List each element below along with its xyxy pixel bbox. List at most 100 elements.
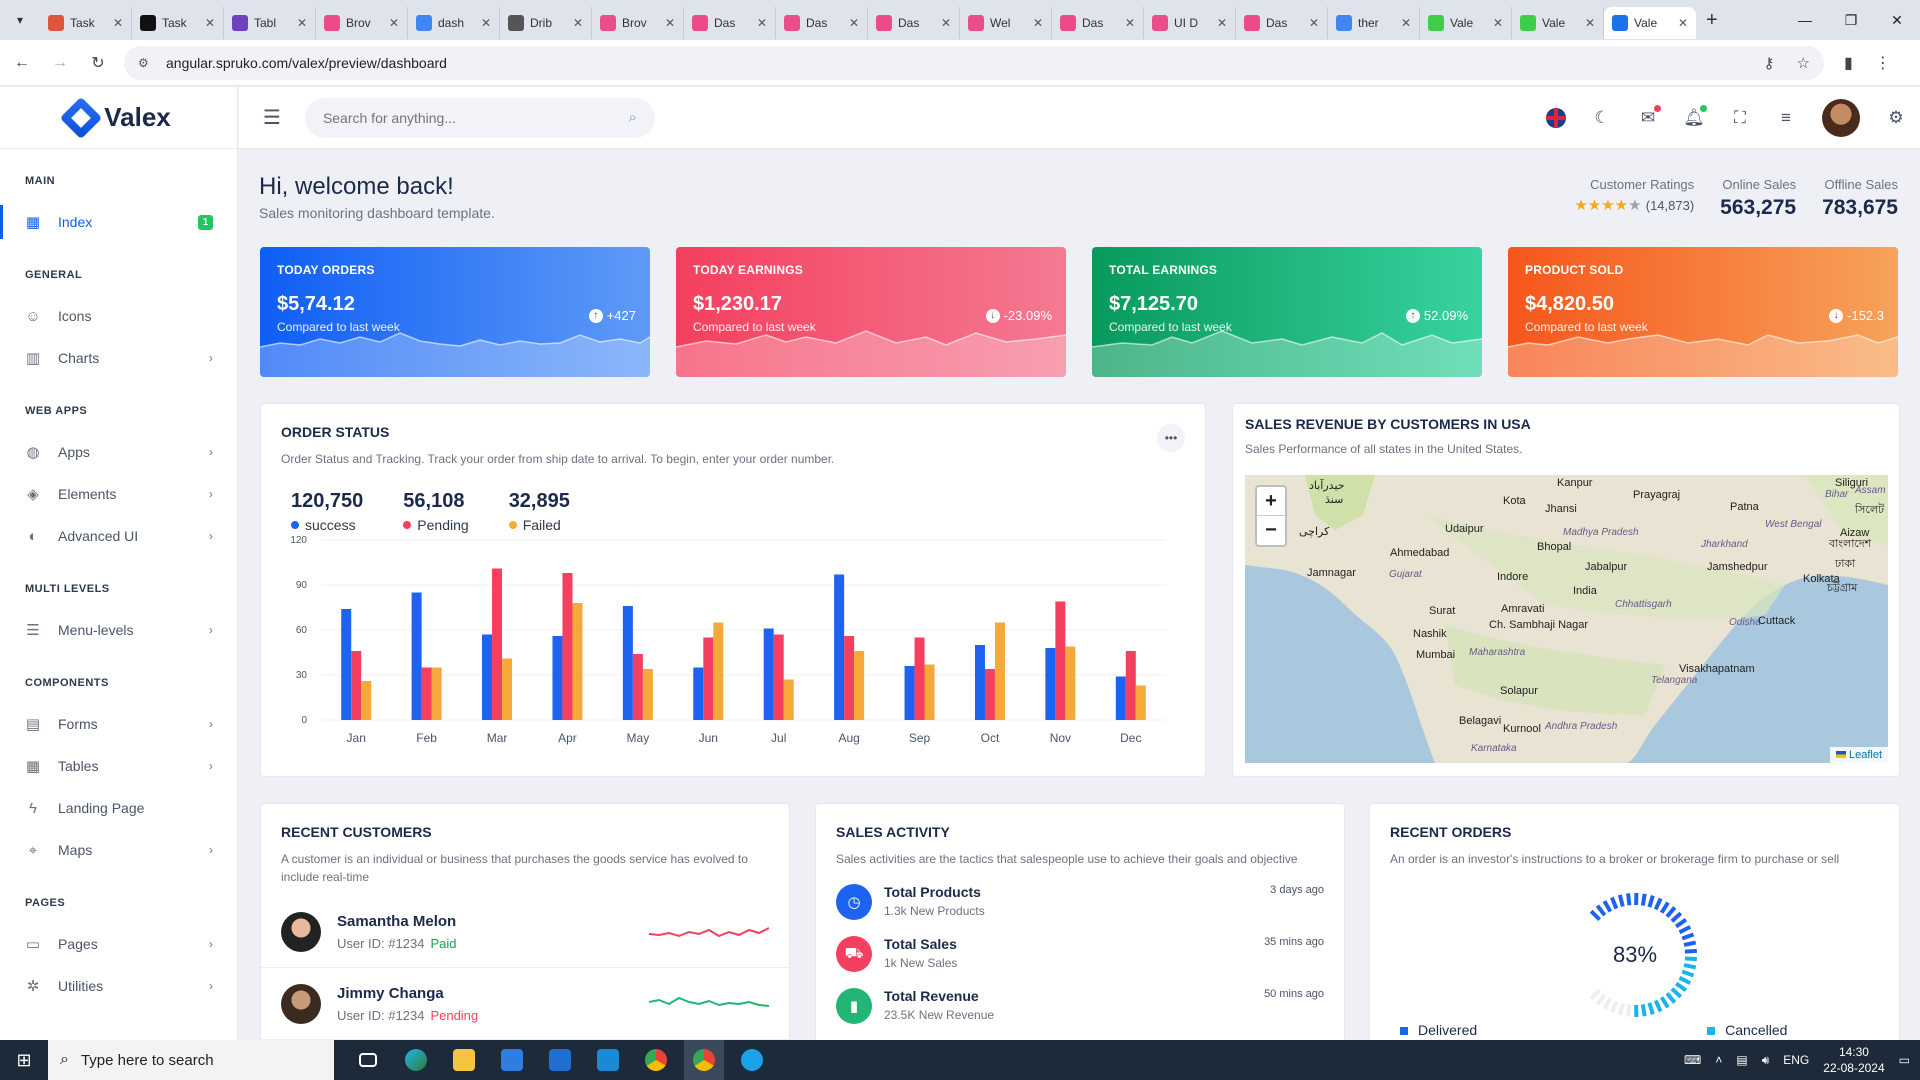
tab-close-icon[interactable]: ✕ xyxy=(1401,16,1411,30)
skype-icon[interactable] xyxy=(732,1040,772,1080)
reload-icon[interactable]: ↻ xyxy=(82,47,114,79)
minimize-icon[interactable]: — xyxy=(1782,0,1828,40)
menu-toggle-icon[interactable]: ☰ xyxy=(263,105,281,130)
kpi-card[interactable]: PRODUCT SOLD $4,820.50 Compared to last we… xyxy=(1508,247,1898,377)
tab-close-icon[interactable]: ✕ xyxy=(1125,16,1135,30)
dark-mode-icon[interactable]: ☾ xyxy=(1592,108,1612,128)
sidebar-item-menu-levels[interactable]: ☰ Menu-levels › xyxy=(0,609,237,651)
sidebar-item-forms[interactable]: ▤ Forms › xyxy=(0,703,237,745)
mail-icon[interactable]: ✉ xyxy=(1638,104,1661,128)
kpi-card[interactable]: TODAY EARNINGS $1,230.17 Compared to last … xyxy=(676,247,1066,377)
zoom-in-button[interactable]: + xyxy=(1257,487,1285,516)
new-tab-button[interactable]: + xyxy=(1706,9,1718,32)
tab-close-icon[interactable]: ✕ xyxy=(1309,16,1319,30)
keyboard-icon[interactable]: ⌨ xyxy=(1684,1053,1701,1067)
site-info-icon[interactable]: ⚙ xyxy=(138,56,154,70)
activity-row[interactable]: ◷ Total Products 1.3k New Products 3 days a… xyxy=(836,884,1324,920)
tab-close-icon[interactable]: ✕ xyxy=(665,16,675,30)
sidebar-item-advanced-ui[interactable]: ◐ Advanced UI › xyxy=(0,515,237,557)
tab-close-icon[interactable]: ✕ xyxy=(481,16,491,30)
bookmark-star-icon[interactable]: ☆ xyxy=(1797,54,1810,72)
edge-icon[interactable] xyxy=(396,1040,436,1080)
sidebar-item-elements[interactable]: ◈ Elements › xyxy=(0,473,237,515)
more-options-icon[interactable]: ••• xyxy=(1157,424,1185,452)
sidebar-item-apps[interactable]: ◍ Apps › xyxy=(0,431,237,473)
browser-tab[interactable]: Das ✕ xyxy=(1052,7,1144,39)
logo[interactable]: Valex xyxy=(0,87,237,149)
tab-close-icon[interactable]: ✕ xyxy=(389,16,399,30)
kpi-card[interactable]: TODAY ORDERS $5,74.12 Compared to last wee… xyxy=(260,247,650,377)
browser-tab[interactable]: Vale ✕ xyxy=(1512,7,1604,39)
tab-search-button[interactable]: ▾ xyxy=(8,8,32,32)
browser-tab[interactable]: Brov ✕ xyxy=(316,7,408,39)
sidebar-item-utilities[interactable]: ✲ Utilities › xyxy=(0,965,237,1007)
close-window-icon[interactable]: ✕ xyxy=(1874,0,1920,40)
browser-tab[interactable]: Brov ✕ xyxy=(592,7,684,39)
taskbar-search[interactable]: ⌕ Type here to search xyxy=(48,1040,334,1080)
browser-tab[interactable]: Drib ✕ xyxy=(500,7,592,39)
tab-close-icon[interactable]: ✕ xyxy=(573,16,583,30)
notification-bell-icon[interactable]: 🔔︎ xyxy=(1683,104,1707,128)
browser-tab[interactable]: UI D ✕ xyxy=(1144,7,1236,39)
browser-tab[interactable]: dash ✕ xyxy=(408,7,500,39)
restore-icon[interactable]: ❐ xyxy=(1828,0,1874,40)
sidebar-right-toggle-icon[interactable]: ≡ xyxy=(1776,108,1796,128)
store-icon[interactable] xyxy=(492,1040,532,1080)
browser-tab[interactable]: Vale ✕ xyxy=(1604,7,1696,39)
key-icon[interactable]: ⚷ xyxy=(1764,54,1775,72)
volume-icon[interactable]: 🔊︎ xyxy=(1762,1053,1770,1068)
sidebar-item-index[interactable]: ▦ Index 1 xyxy=(0,201,237,243)
browser-tab[interactable]: Vale ✕ xyxy=(1420,7,1512,39)
tab-close-icon[interactable]: ✕ xyxy=(205,16,215,30)
user-avatar[interactable] xyxy=(1822,98,1860,137)
sidebar-item-tables[interactable]: ▦ Tables › xyxy=(0,745,237,787)
activity-row[interactable]: ▮ Total Revenue 23.5K New Revenue 50 mins a… xyxy=(836,988,1324,1024)
activity-row[interactable]: ⛟ Total Sales 1k New Sales 35 mins ago xyxy=(836,936,1324,972)
browser-menu-icon[interactable]: ⋮ xyxy=(1875,53,1891,73)
tab-close-icon[interactable]: ✕ xyxy=(1217,16,1227,30)
fullscreen-icon[interactable]: ⛶ xyxy=(1730,108,1750,128)
tab-close-icon[interactable]: ✕ xyxy=(1585,16,1595,30)
notifications-icon[interactable]: ▭ xyxy=(1899,1053,1910,1067)
settings-gear-icon[interactable]: ⚙ xyxy=(1886,108,1906,128)
browser-tab[interactable]: Das ✕ xyxy=(868,7,960,39)
browser-tab[interactable]: Tabl ✕ xyxy=(224,7,316,39)
sidebar-item-charts[interactable]: ▥ Charts › xyxy=(0,337,237,379)
search-input[interactable] xyxy=(322,109,629,126)
browser-tab[interactable]: Task ✕ xyxy=(40,7,132,39)
tab-close-icon[interactable]: ✕ xyxy=(849,16,859,30)
browser-tab[interactable]: ther ✕ xyxy=(1328,7,1420,39)
chrome-active-icon[interactable] xyxy=(684,1040,724,1080)
zoom-out-button[interactable]: − xyxy=(1257,516,1285,545)
tab-close-icon[interactable]: ✕ xyxy=(1493,16,1503,30)
sidebar-item-pages[interactable]: ▭ Pages › xyxy=(0,923,237,965)
browser-tab[interactable]: Das ✕ xyxy=(1236,7,1328,39)
mail-app-icon[interactable] xyxy=(540,1040,580,1080)
map-canvas[interactable]: Kanpur Prayagraj Siliguri Assam Bihar Kota Jha… xyxy=(1245,475,1888,763)
kpi-card[interactable]: TOTAL EARNINGS $7,125.70 Compared to last … xyxy=(1092,247,1482,377)
customer-row[interactable]: Jimmy Changa User ID: #1234 Pending xyxy=(261,968,789,1040)
language-flag-icon[interactable] xyxy=(1546,107,1566,128)
sidebar-item-icons[interactable]: ☺ Icons xyxy=(0,295,237,337)
network-icon[interactable]: ▤ xyxy=(1736,1053,1747,1067)
file-explorer-icon[interactable] xyxy=(444,1040,484,1080)
tab-close-icon[interactable]: ✕ xyxy=(941,16,951,30)
tab-close-icon[interactable]: ✕ xyxy=(1033,16,1043,30)
task-view-icon[interactable] xyxy=(348,1040,388,1080)
leaflet-attribution[interactable]: Leaflet xyxy=(1829,747,1888,763)
tab-close-icon[interactable]: ✕ xyxy=(113,16,123,30)
tray-chevron-icon[interactable]: ˄ xyxy=(1715,1053,1722,1067)
language-indicator[interactable]: ENG xyxy=(1783,1053,1809,1067)
search-icon[interactable]: ⌕ xyxy=(629,109,637,126)
back-icon[interactable]: ← xyxy=(6,47,38,79)
browser-tab[interactable]: Wel ✕ xyxy=(960,7,1052,39)
extension-icon[interactable]: ▮ xyxy=(1844,53,1853,73)
browser-tab[interactable]: Das ✕ xyxy=(776,7,868,39)
forward-icon[interactable]: → xyxy=(44,47,76,79)
clock[interactable]: 14:30 22-08-2024 xyxy=(1823,1044,1884,1076)
tab-close-icon[interactable]: ✕ xyxy=(1678,16,1688,30)
browser-tab[interactable]: Das ✕ xyxy=(684,7,776,39)
tab-close-icon[interactable]: ✕ xyxy=(297,16,307,30)
browser-tab[interactable]: Task ✕ xyxy=(132,7,224,39)
windows-start-icon[interactable]: ⊞ xyxy=(0,1040,48,1080)
